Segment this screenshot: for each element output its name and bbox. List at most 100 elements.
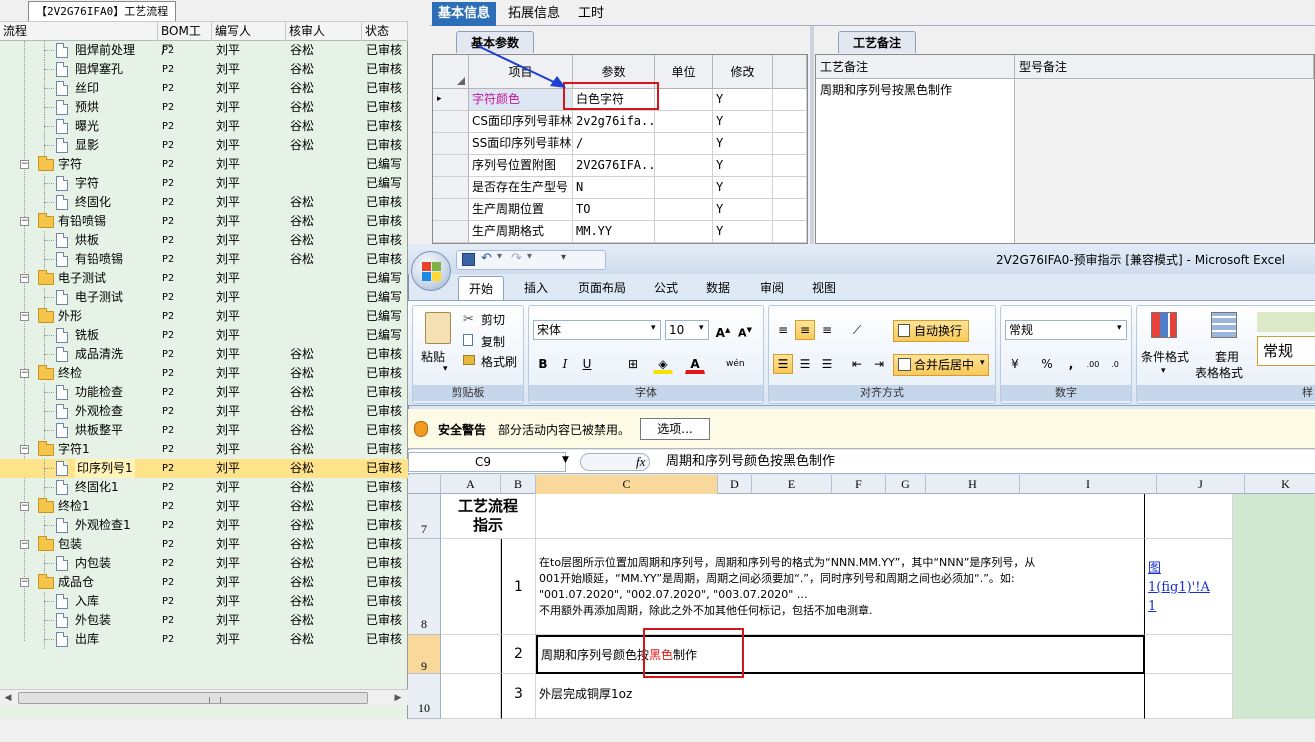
cell-style-normal[interactable]: 常规 bbox=[1257, 336, 1315, 366]
tree-item-row[interactable]: 内包装 P2 刘平 谷松 已审核 bbox=[0, 554, 408, 573]
param-cell-param[interactable]: TO bbox=[573, 199, 655, 221]
paste-dropdown-icon[interactable]: ▾ bbox=[443, 364, 448, 374]
col-header-writer[interactable]: 编写人 bbox=[212, 22, 286, 41]
col-header-modify[interactable]: 修改 bbox=[713, 55, 773, 89]
tree-item-row[interactable]: 预烘 P2 刘平 谷松 已审核 bbox=[0, 98, 408, 117]
collapse-toggle-icon[interactable]: − bbox=[20, 274, 29, 283]
ribbon-tab-4[interactable]: 数据 bbox=[696, 276, 740, 300]
param-cell-item[interactable]: 生产周期格式 bbox=[469, 221, 573, 243]
tree-item-row[interactable]: 终固化 P2 刘平 谷松 已审核 bbox=[0, 193, 408, 212]
tree-item-row[interactable]: 入库 P2 刘平 谷松 已审核 bbox=[0, 592, 408, 611]
column-header-J[interactable]: J bbox=[1157, 475, 1245, 494]
scissors-icon[interactable]: ✂ bbox=[463, 312, 474, 327]
column-header-A[interactable]: A bbox=[441, 475, 501, 494]
scroll-left-arrow-icon[interactable]: ◀ bbox=[2, 692, 14, 704]
row-header-10[interactable]: 10 bbox=[408, 674, 441, 719]
border-icon[interactable]: ⊞ bbox=[623, 354, 643, 374]
tree-item-row[interactable]: 阻焊塞孔 P2 刘平 谷松 已审核 bbox=[0, 60, 408, 79]
row-header-7[interactable]: 7 bbox=[408, 494, 441, 539]
param-cell-blank[interactable] bbox=[773, 89, 807, 111]
tree-item-row[interactable]: 外包装 P2 刘平 谷松 已审核 bbox=[0, 611, 408, 630]
column-header-H[interactable]: H bbox=[926, 475, 1020, 494]
column-header-B[interactable]: B bbox=[501, 475, 536, 494]
align-middle-icon[interactable]: ≡ bbox=[795, 320, 815, 340]
tree-item-row[interactable]: 终固化1 P2 刘平 谷松 已审核 bbox=[0, 478, 408, 497]
collapse-toggle-icon[interactable]: − bbox=[20, 369, 29, 378]
tree-item-row[interactable]: 铣板 P2 刘平 已编写 bbox=[0, 326, 408, 345]
ribbon-tab-1[interactable]: 插入 bbox=[514, 276, 558, 300]
cell-C8-instruction[interactable]: 在to层图所示位置加周期和序列号，周期和序列号的格式为“NNN.MM.YY”，其… bbox=[536, 539, 1145, 635]
row-header-8[interactable]: 8 bbox=[408, 539, 441, 635]
number-format-select[interactable]: 常规 bbox=[1005, 320, 1127, 340]
param-cell-unit[interactable] bbox=[655, 199, 713, 221]
tree-folder-row[interactable]: − 终检 P2 刘平 谷松 已审核 bbox=[0, 364, 408, 383]
collapse-toggle-icon[interactable]: − bbox=[20, 445, 29, 454]
param-row[interactable]: 序列号位置附图 2V2G76IFA... Y bbox=[433, 155, 807, 177]
cell-J10[interactable] bbox=[1145, 674, 1233, 719]
conditional-format-icon[interactable] bbox=[1151, 312, 1177, 338]
format-painter-icon[interactable] bbox=[463, 355, 475, 365]
tree-item-row[interactable]: 成品清洗 P2 刘平 谷松 已审核 bbox=[0, 345, 408, 364]
scroll-right-arrow-icon[interactable]: ▶ bbox=[392, 692, 404, 704]
column-header-D[interactable]: D bbox=[718, 475, 752, 494]
param-cell-blank[interactable] bbox=[773, 111, 807, 133]
conditional-dropdown-icon[interactable]: ▾ bbox=[1161, 366, 1166, 376]
customize-toolbar-icon[interactable]: ▾ bbox=[561, 252, 566, 263]
col-header-status[interactable]: 状态 bbox=[362, 22, 408, 41]
param-row[interactable]: SS面印序列号菲林 / Y bbox=[433, 133, 807, 155]
param-cell-modify[interactable]: Y bbox=[713, 199, 773, 221]
param-cell-unit[interactable] bbox=[655, 111, 713, 133]
tree-folder-row[interactable]: − 外形 P2 刘平 已编写 bbox=[0, 307, 408, 326]
orientation-icon[interactable]: ⟋ bbox=[847, 320, 867, 340]
param-cell-param[interactable]: 2V2G76IFA... bbox=[573, 155, 655, 177]
phonetic-guide-icon[interactable]: wén bbox=[725, 354, 745, 374]
tree-item-row[interactable]: 有铅喷锡 P2 刘平 谷松 已审核 bbox=[0, 250, 408, 269]
tree-horizontal-scrollbar[interactable]: ◀ ▶ bbox=[0, 689, 408, 705]
param-cell-unit[interactable] bbox=[655, 155, 713, 177]
param-cell-modify[interactable]: Y bbox=[713, 155, 773, 177]
column-header-K[interactable]: K bbox=[1245, 475, 1315, 494]
cell-B9-step[interactable]: 2 bbox=[501, 635, 536, 674]
bold-icon[interactable]: B bbox=[533, 354, 553, 374]
ribbon-tab-3[interactable]: 公式 bbox=[644, 276, 688, 300]
underline-icon[interactable]: U bbox=[577, 354, 597, 374]
param-cell-modify[interactable]: Y bbox=[713, 89, 773, 111]
cell-B10-step[interactable]: 3 bbox=[501, 674, 536, 719]
param-cell-modify[interactable]: Y bbox=[713, 133, 773, 155]
param-cell-param[interactable]: / bbox=[573, 133, 655, 155]
param-cell-param[interactable]: MM.YY bbox=[573, 221, 655, 243]
param-cell-modify[interactable]: Y bbox=[713, 111, 773, 133]
merge-center-button[interactable]: 合并后居中 ▾ bbox=[893, 354, 989, 376]
ribbon-tab-0[interactable]: 开始 bbox=[458, 276, 505, 300]
ribbon-tab-6[interactable]: 视图 bbox=[802, 276, 846, 300]
align-top-icon[interactable]: ≡ bbox=[773, 320, 793, 340]
col-header-bom[interactable]: BOM工厂 bbox=[158, 22, 212, 57]
format-as-table-button-2[interactable]: 表格格式 bbox=[1195, 364, 1243, 382]
column-header-E[interactable]: E bbox=[752, 475, 832, 494]
redo-dropdown-icon[interactable]: ▾ bbox=[527, 251, 532, 262]
cell-A9[interactable] bbox=[441, 635, 501, 674]
cell-A10[interactable] bbox=[441, 674, 501, 719]
param-cell-modify[interactable]: Y bbox=[713, 177, 773, 199]
paste-icon[interactable] bbox=[425, 312, 451, 344]
ribbon-tab-5[interactable]: 审阅 bbox=[750, 276, 794, 300]
tree-item-row[interactable]: 阻焊前处理 P2 刘平 谷松 已审核 bbox=[0, 41, 408, 60]
redo-icon[interactable]: ↷ bbox=[511, 251, 522, 266]
cell-J8-link[interactable]: 图 1(fig1)'!A 1 bbox=[1145, 539, 1233, 635]
tree-title-tab[interactable]: 【2V2G76IFA0】工艺流程 bbox=[28, 1, 177, 21]
col-header-reviewer[interactable]: 核审人 bbox=[286, 22, 362, 41]
cell-B8-step[interactable]: 1 bbox=[501, 539, 536, 635]
font-name-dropdown-icon[interactable]: ▾ bbox=[651, 323, 656, 333]
tree-item-row[interactable]: 丝印 P2 刘平 谷松 已审核 bbox=[0, 79, 408, 98]
tree-item-row[interactable]: 印序列号1 P2 刘平 谷松 已审核 bbox=[0, 459, 408, 478]
font-color-icon[interactable]: A bbox=[685, 354, 705, 374]
align-left-icon[interactable]: ☰ bbox=[773, 354, 793, 374]
comma-icon[interactable]: , bbox=[1061, 354, 1081, 374]
tree-item-row[interactable]: 外观检查1 P2 刘平 谷松 已审核 bbox=[0, 516, 408, 535]
undo-icon[interactable]: ↶ bbox=[481, 251, 492, 266]
param-row[interactable]: CS面印序列号菲林 2v2g76ifa... Y bbox=[433, 111, 807, 133]
tab-extended-info[interactable]: 拓展信息 bbox=[502, 2, 566, 26]
font-size-dropdown-icon[interactable]: ▾ bbox=[699, 323, 704, 333]
insert-function-icon[interactable]: fx bbox=[636, 454, 645, 470]
param-row[interactable]: 是否存在生产型号 N Y bbox=[433, 177, 807, 199]
